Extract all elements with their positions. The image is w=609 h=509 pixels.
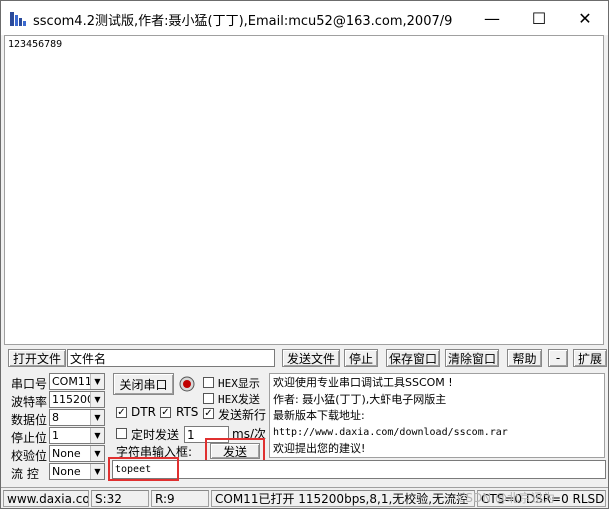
watermark-text: CSDN @北京迅为 [457,491,556,505]
send-newline-label: 发送新行 [218,408,267,422]
sent-count: S:32 [91,490,149,507]
filename-input[interactable]: 文件名 [67,349,275,367]
record-icon [179,376,195,392]
hex-display-checkbox[interactable] [203,377,214,388]
flow-select[interactable]: None ▼ [49,463,105,480]
send-text-input[interactable]: topeet [112,460,606,479]
databits-select[interactable]: 8 ▼ [49,409,105,426]
maximize-button[interactable]: ☐ [516,1,562,35]
info-panel: 欢迎使用专业串口调试工具SSCOM ! 作者: 聂小猛(丁丁),大虾电子网版主 … [269,373,605,458]
baud-label: 波特率 [11,395,48,409]
main-window: sscom4.2测试版,作者:聂小猛(丁丁),Email:mcu52@163.c… [0,0,609,509]
send-newline-checkbox[interactable]: ✓ [203,408,214,419]
title-bar[interactable]: sscom4.2测试版,作者:聂小猛(丁丁),Email:mcu52@163.c… [1,1,608,35]
info-line-2: 作者: 聂小猛(丁丁),大虾电子网版主 [273,392,447,406]
website-link[interactable]: www.daxia.com [3,490,89,507]
port-select[interactable]: COM11 ▼ [49,373,105,390]
hex-display-label: HEX显示 [218,377,260,390]
info-line-3: 最新版本下载地址: [273,409,365,422]
dash-button[interactable]: - [548,349,568,367]
send-text-highlight-box [108,457,179,481]
close-port-button[interactable]: 关闭串口 [113,373,174,395]
expand-button[interactable]: 扩展 [573,349,607,367]
maximize-icon: ☐ [531,8,547,28]
stopbits-label: 停止位 [11,431,48,445]
info-line-1: 欢迎使用专业串口调试工具SSCOM ! [273,376,453,389]
hex-send-checkbox[interactable] [203,393,214,404]
clear-window-button[interactable]: 清除窗口 [445,349,499,367]
chevron-down-icon: ▼ [90,428,104,443]
stop-button[interactable]: 停止 [344,349,378,367]
chevron-down-icon: ▼ [90,464,104,479]
received-count: R:9 [151,490,209,507]
port-status: COM11已打开 115200bps,8,1,无校验,无流控 [211,490,475,507]
help-button[interactable]: 帮助 [507,349,542,367]
baud-select[interactable]: 115200 ▼ [49,391,105,408]
dtr-label: DTR [131,405,156,419]
chevron-down-icon: ▼ [90,410,104,425]
info-line-4[interactable]: http://www.daxia.com/download/sscom.rar [273,425,601,442]
chevron-down-icon: ▼ [90,392,104,407]
window-title: sscom4.2测试版,作者:聂小猛(丁丁),Email:mcu52@163.c… [33,14,453,29]
minimize-button[interactable]: — [469,1,515,35]
chevron-down-icon: ▼ [90,446,104,461]
databits-label: 数据位 [11,413,48,427]
port-label: 串口号 [11,377,48,391]
rts-label: RTS [176,405,199,419]
minimize-icon: — [484,8,500,28]
hex-send-label: HEX发送 [218,393,260,406]
flow-label: 流 控 [11,467,39,481]
parity-select[interactable]: None ▼ [49,445,105,462]
send-file-button[interactable]: 发送文件 [282,349,340,367]
close-icon: ✕ [578,8,592,28]
stopbits-select[interactable]: 1 ▼ [49,427,105,444]
timed-send-label: 定时发送 [131,428,180,442]
receive-area[interactable]: 123456789 [4,35,604,345]
chevron-down-icon: ▼ [90,374,104,389]
rts-checkbox[interactable]: ✓ [160,407,171,418]
dtr-checkbox[interactable]: ✓ [116,407,127,418]
info-line-5: 欢迎提出您的建议! [273,442,366,455]
open-file-button[interactable]: 打开文件 [8,349,66,367]
timed-send-checkbox[interactable] [116,428,127,439]
close-button[interactable]: ✕ [562,1,608,35]
app-icon [10,12,26,26]
save-window-button[interactable]: 保存窗口 [386,349,440,367]
parity-label: 校验位 [11,449,48,463]
